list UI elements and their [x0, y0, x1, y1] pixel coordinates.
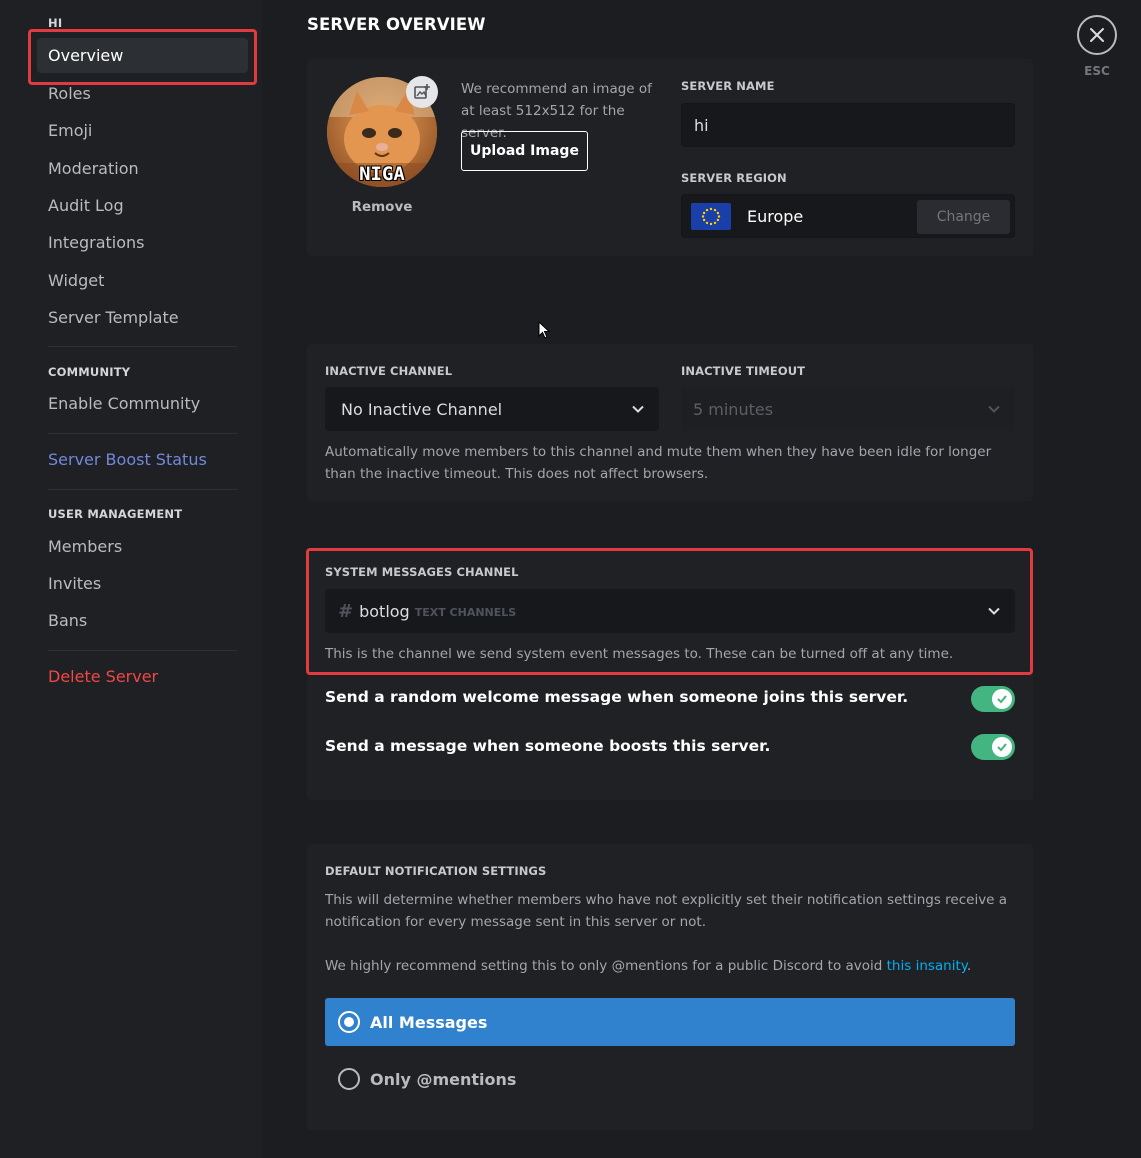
sidebar-divider: [48, 489, 237, 490]
radio-only-mentions[interactable]: Only @mentions: [325, 1055, 1015, 1103]
notification-recommend-text: We highly recommend setting this to only…: [325, 955, 1015, 977]
inactive-timeout-label: INACTIVE TIMEOUT: [681, 364, 806, 378]
boost-message-toggle[interactable]: [971, 734, 1015, 760]
inactive-channel-value: No Inactive Channel: [341, 399, 503, 419]
sidebar-item-server-template[interactable]: Server Template: [37, 300, 248, 335]
sidebar-item-widget[interactable]: Widget: [37, 263, 248, 298]
recommend-text-prefix: We highly recommend setting this to only…: [325, 958, 887, 974]
inactive-timeout-value: 5 minutes: [693, 399, 774, 419]
checkmark-icon: [997, 695, 1007, 704]
mouse-cursor-icon: [538, 321, 550, 339]
recommend-text-suffix: .: [966, 958, 972, 974]
remove-icon-link[interactable]: Remove: [327, 199, 437, 215]
notification-settings-label: DEFAULT NOTIFICATION SETTINGS: [325, 864, 547, 878]
sidebar-item-server-boost-status[interactable]: Server Boost Status: [37, 442, 248, 477]
sidebar-item-moderation[interactable]: Moderation: [37, 151, 248, 186]
community-heading: COMMUNITY: [48, 365, 131, 379]
page-title: SERVER OVERVIEW: [307, 15, 486, 34]
boost-toggle-label: Send a message when someone boosts this …: [325, 737, 771, 755]
change-region-button[interactable]: Change: [917, 200, 1010, 234]
radio-unselected-icon: [338, 1068, 360, 1090]
inactive-channel-select[interactable]: No Inactive Channel: [325, 387, 659, 431]
sidebar-divider: [48, 346, 237, 347]
sidebar-item-emoji[interactable]: Emoji: [37, 113, 248, 148]
add-image-button[interactable]: [406, 76, 438, 108]
welcome-message-toggle[interactable]: [971, 686, 1015, 712]
chevron-down-icon: [988, 405, 1000, 413]
sidebar-item-bans[interactable]: Bans: [37, 603, 248, 638]
settings-sidebar: HI Overview Roles Emoji Moderation Audit…: [0, 0, 262, 1158]
sidebar-item-members[interactable]: Members: [37, 529, 248, 564]
server-region-field: Europe Change: [681, 194, 1015, 238]
sidebar-divider: [48, 433, 237, 434]
sidebar-item-enable-community[interactable]: Enable Community: [37, 386, 248, 421]
sidebar-divider: [48, 650, 237, 651]
radio-selected-icon: [338, 1011, 360, 1033]
notification-help-text: This will determine whether members who …: [325, 892, 1008, 930]
sidebar-item-delete-server[interactable]: Delete Server: [37, 659, 248, 694]
radio-all-messages-label: All Messages: [370, 1012, 488, 1032]
inactive-timeout-select[interactable]: 5 minutes: [681, 387, 1015, 431]
sidebar-item-audit-log[interactable]: Audit Log: [37, 188, 248, 223]
sidebar-item-integrations[interactable]: Integrations: [37, 225, 248, 260]
inactive-channel-label: INACTIVE CHANNEL: [325, 364, 453, 378]
welcome-toggle-label: Send a random welcome message when someo…: [325, 688, 909, 706]
esc-label: ESC: [1084, 64, 1110, 78]
add-image-icon: [414, 84, 430, 99]
region-value: Europe: [747, 207, 804, 226]
server-name-input[interactable]: [681, 103, 1015, 147]
overview-highlight-box: [28, 29, 257, 85]
eu-flag-icon: [691, 203, 731, 230]
upload-image-button[interactable]: Upload Image: [461, 131, 588, 171]
server-name-heading: HI: [48, 16, 63, 30]
radio-only-mentions-label: Only @mentions: [370, 1069, 517, 1089]
radio-all-messages[interactable]: All Messages: [325, 998, 1015, 1046]
insanity-link[interactable]: this insanity: [887, 958, 967, 974]
close-icon: [1090, 28, 1104, 42]
system-channel-highlight-box: [306, 548, 1033, 675]
inactive-help-text: Automatically move members to this chann…: [325, 444, 992, 482]
close-button[interactable]: [1077, 15, 1117, 55]
avatar-caption: NIGA: [359, 163, 405, 185]
sidebar-item-invites[interactable]: Invites: [37, 566, 248, 601]
checkmark-icon: [997, 743, 1007, 752]
user-management-heading: USER MANAGEMENT: [48, 507, 183, 521]
server-name-label: SERVER NAME: [681, 79, 775, 93]
chevron-down-icon: [632, 405, 644, 413]
server-region-label: SERVER REGION: [681, 171, 787, 185]
